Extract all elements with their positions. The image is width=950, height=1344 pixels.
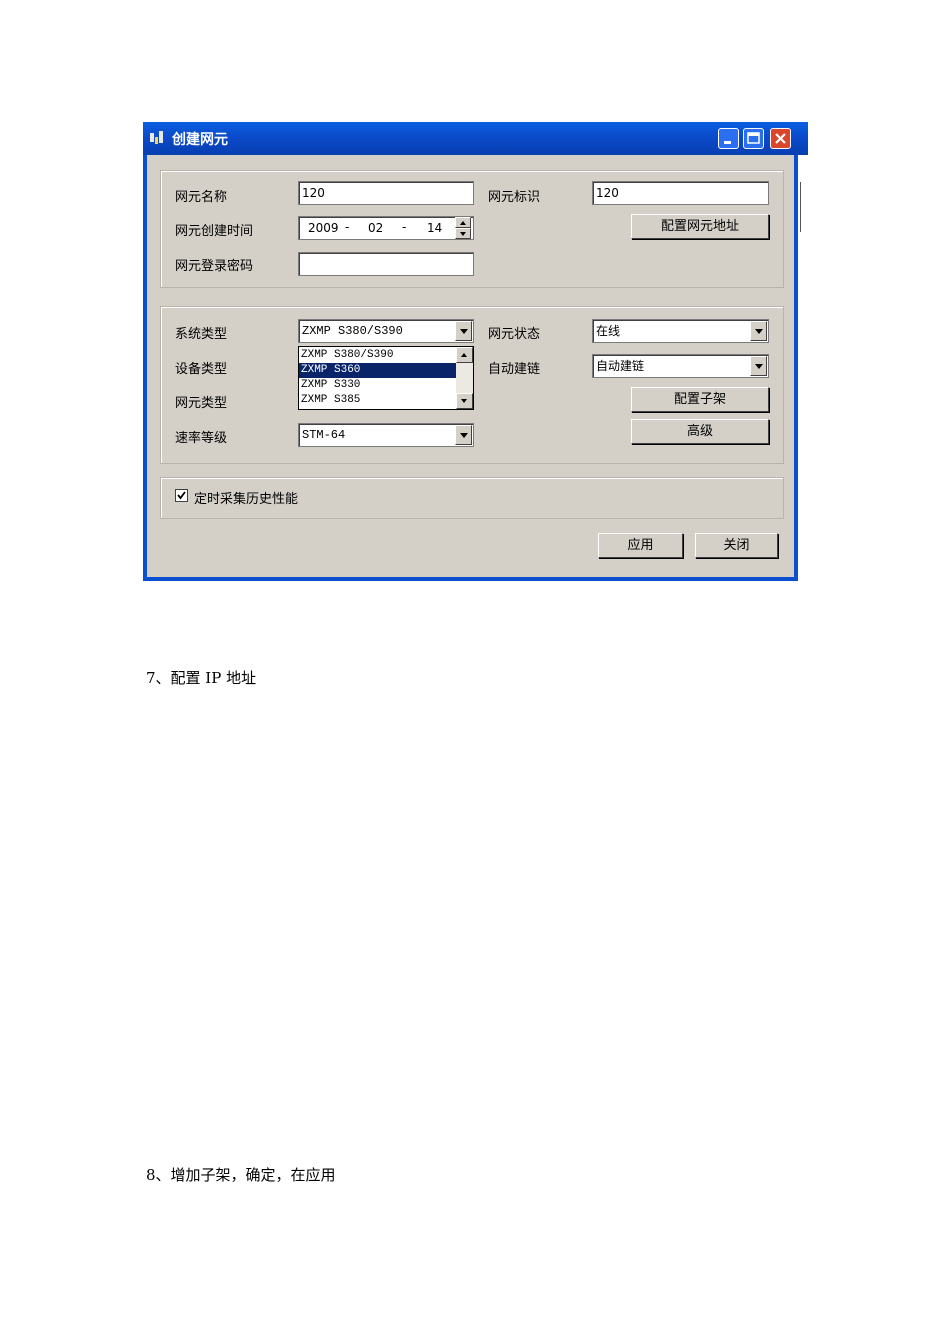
date-separator: - <box>345 220 350 234</box>
spin-up-button[interactable] <box>455 217 471 228</box>
system-type-dropdown-button[interactable] <box>455 321 472 341</box>
rate-level-label: 速率等级 <box>175 431 228 446</box>
date-day[interactable]: 14 <box>427 221 442 235</box>
window-border-left <box>143 155 147 581</box>
collect-history-label: 定时采集历史性能 <box>194 492 299 507</box>
arrow-up-icon <box>460 221 466 225</box>
chevron-down-icon <box>460 433 468 438</box>
ne-status-label: 网元状态 <box>488 327 541 342</box>
step-8-text: 8、增加子架，确定，在应用 <box>146 1166 336 1184</box>
ne-password-label: 网元登录密码 <box>175 259 254 274</box>
close-icon <box>775 133 786 144</box>
arrow-down-icon <box>461 399 467 403</box>
advanced-button[interactable]: 高级 <box>631 419 769 444</box>
window-title: 创建网元 <box>172 132 228 148</box>
collect-history-checkbox[interactable] <box>175 489 188 502</box>
dialog-screenshot: 创建网元 网元名称 120 网元标识 120 网元创建时间 2009 - 02 … <box>143 122 808 581</box>
arrow-up-icon <box>461 353 467 357</box>
spin-down-button[interactable] <box>455 228 471 239</box>
ne-id-label: 网元标识 <box>488 190 541 205</box>
apply-button[interactable]: 应用 <box>598 533 683 558</box>
config-ne-address-button[interactable]: 配置网元地址 <box>631 214 769 239</box>
minimize-icon <box>724 141 731 144</box>
date-separator: - <box>402 220 407 234</box>
date-spinner[interactable] <box>455 217 471 239</box>
system-type-dropdown-list[interactable]: ZXMP S380/S390 ZXMP S360 ZXMP S330 ZXMP … <box>298 346 474 410</box>
maximize-icon <box>747 132 760 144</box>
scroll-down-button[interactable] <box>456 393 473 409</box>
ne-name-label: 网元名称 <box>175 190 228 205</box>
chevron-down-icon <box>755 329 763 334</box>
dropdown-option[interactable]: ZXMP S385 <box>299 393 456 408</box>
scroll-up-button[interactable] <box>456 347 473 363</box>
system-type-label: 系统类型 <box>175 327 228 342</box>
dropdown-option-selected[interactable]: ZXMP S360 <box>299 363 456 378</box>
network-element-icon <box>150 131 163 144</box>
rate-level-dropdown-button[interactable] <box>455 425 472 445</box>
background-window-mark <box>800 182 808 232</box>
arrow-down-icon <box>460 232 466 236</box>
ne-created-label: 网元创建时间 <box>175 224 254 239</box>
ne-type-label: 网元类型 <box>175 396 228 411</box>
ne-id-input[interactable]: 120 <box>592 181 769 205</box>
date-month[interactable]: 02 <box>368 221 383 235</box>
auto-link-dropdown-button[interactable] <box>750 356 767 376</box>
config-subrack-button[interactable]: 配置子架 <box>631 387 769 412</box>
auto-link-label: 自动建链 <box>488 362 541 377</box>
ne-name-input[interactable]: 120 <box>298 181 474 205</box>
close-window-button[interactable] <box>770 128 791 149</box>
rate-level-select[interactable]: STM-64 <box>298 423 474 447</box>
maximize-button[interactable] <box>743 128 764 149</box>
dropdown-option[interactable]: ZXMP S330 <box>299 378 456 393</box>
date-year[interactable]: 2009 <box>308 221 339 235</box>
window-border-bottom <box>143 577 798 581</box>
dropdown-option[interactable]: ZXMP S380/S390 <box>299 348 456 363</box>
dropdown-scrollbar[interactable] <box>456 347 473 409</box>
auto-link-select[interactable]: 自动建链 <box>592 354 769 378</box>
chevron-down-icon <box>755 364 763 369</box>
ne-password-input[interactable] <box>298 252 474 276</box>
system-type-select[interactable]: ZXMP S380/S390 <box>298 319 474 343</box>
chevron-down-icon <box>460 329 468 334</box>
device-type-label: 设备类型 <box>175 362 228 377</box>
checkmark-icon <box>177 491 186 500</box>
minimize-button[interactable] <box>718 128 739 149</box>
ne-status-select[interactable]: 在线 <box>592 319 769 343</box>
ne-status-dropdown-button[interactable] <box>750 321 767 341</box>
step-7-text: 7、配置 IP 地址 <box>146 669 257 687</box>
title-bar[interactable]: 创建网元 <box>143 122 808 155</box>
close-button[interactable]: 关闭 <box>695 533 778 558</box>
